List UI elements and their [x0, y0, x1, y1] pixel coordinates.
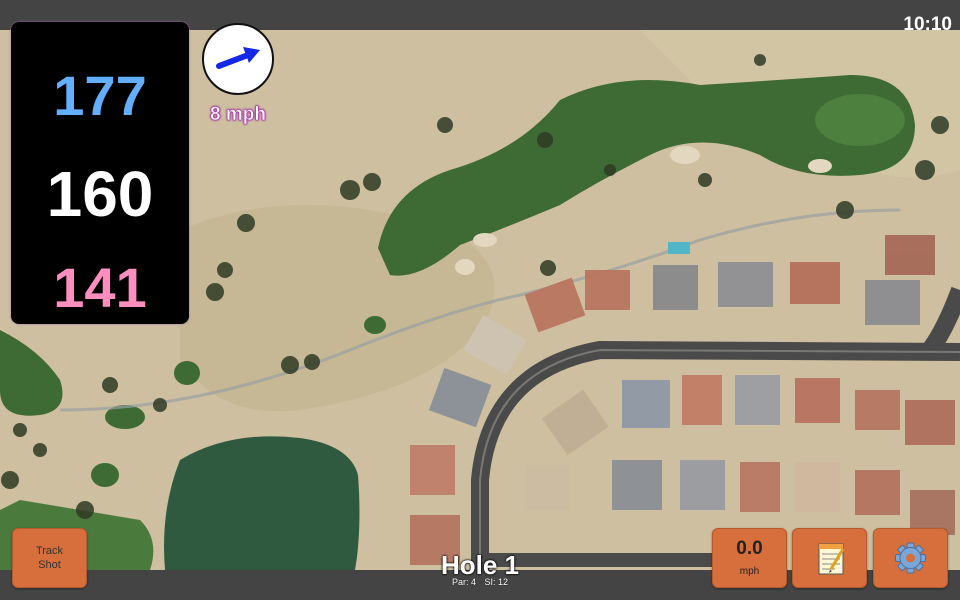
gear-icon: [895, 542, 926, 574]
track-shot-label-line1: Track: [35, 545, 64, 557]
speed-value: 0.0: [736, 538, 763, 559]
notes-button[interactable]: [792, 528, 867, 588]
wind-speed-label: 8 mph: [210, 104, 267, 126]
track-shot-label-line2: Shot: [38, 559, 61, 571]
distance-middle: 160: [46, 158, 154, 230]
speed-unit: mph: [739, 566, 760, 577]
distance-front: 141: [53, 256, 147, 319]
settings-button[interactable]: [873, 528, 948, 588]
speed-button[interactable]: 0.0 mph: [712, 528, 787, 588]
track-shot-button[interactable]: Track Shot: [12, 528, 87, 588]
green: [815, 94, 905, 146]
notepad-icon: [818, 543, 845, 575]
pond: [164, 436, 360, 570]
distance-back: 177: [53, 64, 147, 127]
distance-panel: 177 160 141: [11, 22, 189, 324]
arrow-right-icon: [216, 47, 260, 69]
hole-stroke-index: SI: 12: [484, 577, 509, 587]
wind-indicator[interactable]: [202, 23, 274, 95]
hole-info: Par: 4 SI: 12: [380, 577, 580, 587]
hole-par: Par: 4: [451, 577, 476, 587]
